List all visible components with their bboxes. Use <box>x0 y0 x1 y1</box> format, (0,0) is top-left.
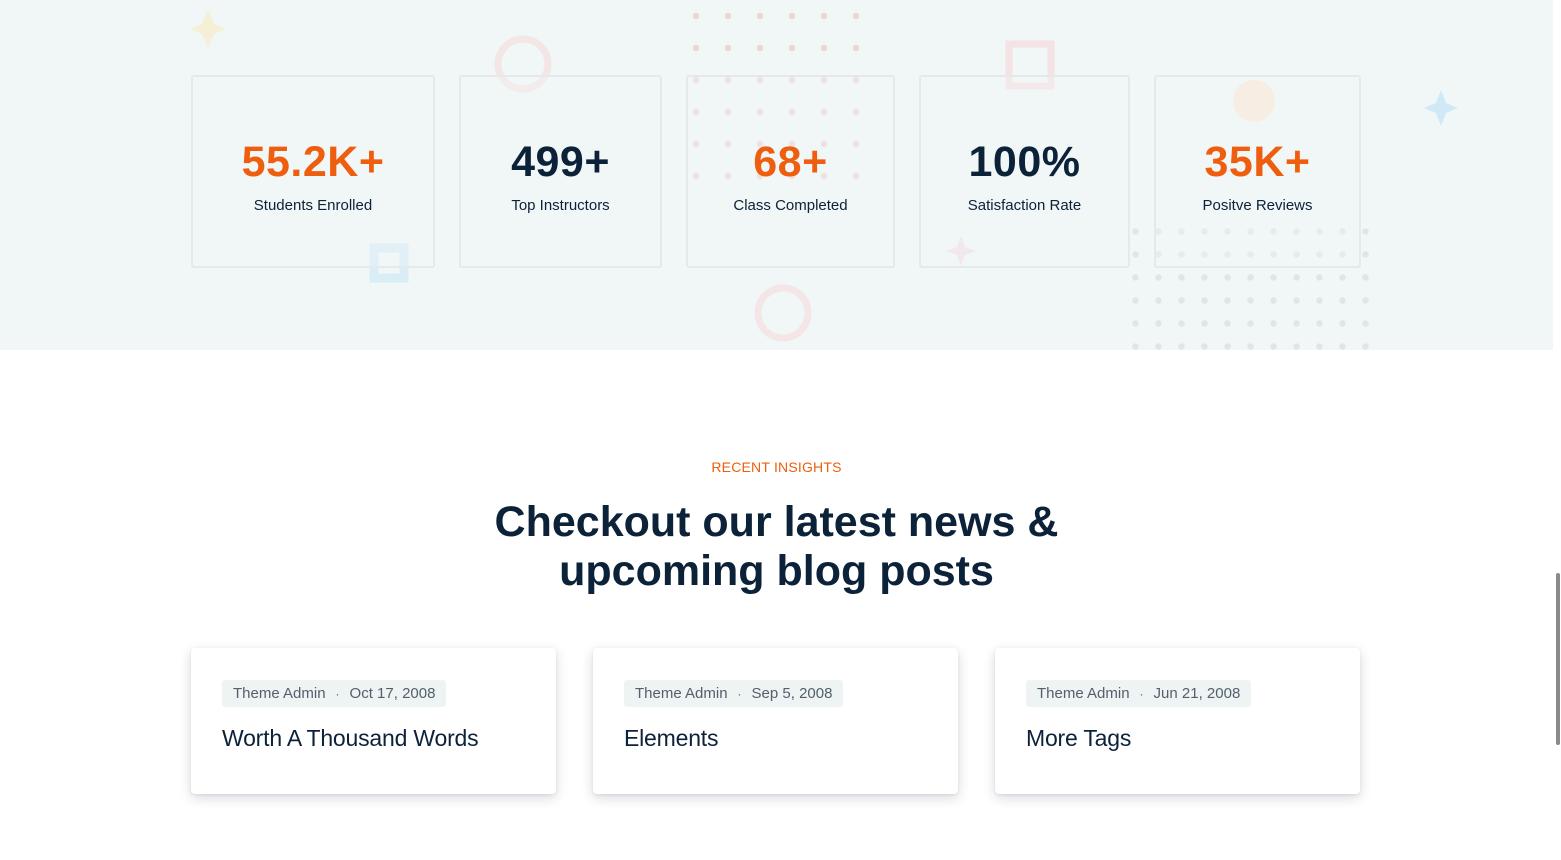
stat-label: Top Instructors <box>511 197 610 214</box>
heading-line-1: Checkout our latest news & <box>494 498 1059 546</box>
stat-card-reviews: 35K+ Positve Reviews <box>1154 75 1361 268</box>
stat-card-classes: 68+ Class Completed <box>686 75 895 268</box>
stats-section: 55.2K+ Students Enrolled 499+ Top Instru… <box>0 0 1553 350</box>
meta-separator: · <box>737 686 742 701</box>
ring-decoration-bottom <box>754 284 812 342</box>
stat-label: Positve Reviews <box>1202 197 1313 214</box>
stat-value: 55.2K+ <box>241 138 385 186</box>
section-eyebrow: RECENT INSIGHTS <box>711 459 842 475</box>
post-author-link[interactable]: Theme Admin <box>233 685 326 702</box>
meta-separator: · <box>335 686 340 701</box>
section-heading: Checkout our latest news & upcoming blog… <box>0 498 1553 596</box>
star-shape-decoration <box>190 10 226 48</box>
blog-post-card[interactable]: Theme Admin · Oct 17, 2008 Worth A Thous… <box>191 648 556 794</box>
page-scrollbar[interactable] <box>1553 0 1561 860</box>
post-title-link[interactable]: Worth A Thousand Words <box>222 725 525 752</box>
stat-value: 68+ <box>753 138 828 186</box>
blog-post-card[interactable]: Theme Admin · Sep 5, 2008 Elements <box>593 648 958 794</box>
post-author-link[interactable]: Theme Admin <box>1037 685 1130 702</box>
scrollbar-thumb[interactable] <box>1556 573 1560 745</box>
stat-card-satisfaction: 100% Satisfaction Rate <box>919 75 1130 268</box>
post-date[interactable]: Oct 17, 2008 <box>350 685 436 702</box>
post-meta: Theme Admin · Sep 5, 2008 <box>624 680 844 707</box>
stat-label: Students Enrolled <box>253 197 373 214</box>
post-title-link[interactable]: Elements <box>624 725 927 752</box>
post-author-link[interactable]: Theme Admin <box>635 685 728 702</box>
meta-separator: · <box>1139 686 1144 701</box>
stat-value: 100% <box>968 138 1081 186</box>
stat-value: 499+ <box>511 138 610 186</box>
heading-line-2: upcoming blog posts <box>559 547 994 595</box>
stat-value: 35K+ <box>1204 138 1311 186</box>
stat-label: Class Completed <box>733 197 848 214</box>
post-title-link[interactable]: More Tags <box>1026 725 1329 752</box>
post-date[interactable]: Jun 21, 2008 <box>1154 685 1241 702</box>
post-date[interactable]: Sep 5, 2008 <box>752 685 833 702</box>
post-meta: Theme Admin · Oct 17, 2008 <box>222 680 447 707</box>
stat-label: Satisfaction Rate <box>967 197 1082 214</box>
sparkle-decoration <box>1424 90 1458 126</box>
post-meta: Theme Admin · Jun 21, 2008 <box>1026 680 1252 707</box>
stat-card-students: 55.2K+ Students Enrolled <box>191 75 435 268</box>
stat-card-instructors: 499+ Top Instructors <box>459 75 662 268</box>
blog-post-card[interactable]: Theme Admin · Jun 21, 2008 More Tags <box>995 648 1360 794</box>
